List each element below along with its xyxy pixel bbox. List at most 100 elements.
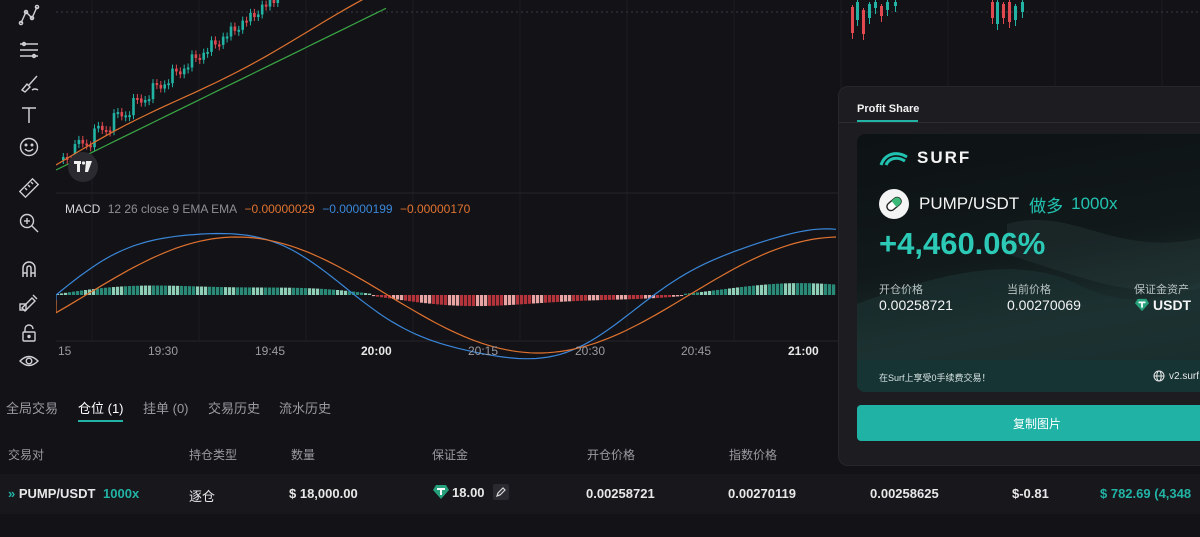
candle-body — [93, 128, 96, 148]
macd-histogram-bar — [820, 283, 824, 295]
macd-histogram-bar — [172, 285, 176, 295]
lock-icon[interactable] — [16, 320, 42, 346]
macd-histogram-bar — [592, 295, 596, 301]
position-type: 逐仓 — [189, 489, 216, 504]
card-pnl-percent: +4,460.06% — [879, 226, 1046, 261]
tab-ledger-history[interactable]: 流水历史 — [279, 398, 331, 417]
macd-histogram-bar — [264, 287, 268, 295]
macd-histogram-bar — [608, 295, 612, 300]
macd-histogram-bar — [324, 289, 328, 295]
macd-histogram-bar — [256, 287, 260, 295]
emoji-icon[interactable] — [16, 134, 42, 160]
macd-histogram-bar — [464, 295, 468, 306]
macd-histogram-bar — [376, 295, 380, 297]
macd-histogram-bar — [492, 295, 496, 306]
macd-histogram-bar — [604, 295, 608, 300]
divider — [839, 122, 1200, 123]
macd-histogram-bar — [188, 286, 192, 295]
ruler-icon[interactable] — [16, 175, 42, 201]
macd-histogram-bar — [568, 295, 572, 302]
time-tick: 19:45 — [255, 344, 286, 358]
position-tabs: 全局交易 仓位 (1) 挂单 (0) 交易历史 流水历史 — [0, 388, 838, 424]
macd-histogram-bar — [292, 287, 296, 295]
macd-histogram-bar — [668, 295, 672, 298]
macd-histogram-bar — [780, 283, 784, 295]
candle-body — [159, 84, 163, 89]
globe-icon — [1153, 370, 1165, 382]
macd-histogram-bar — [232, 287, 236, 295]
lock-draw-icon[interactable] — [16, 288, 42, 314]
macd-histogram-bar — [236, 287, 240, 295]
tab-positions[interactable]: 仓位 (1) — [78, 398, 124, 417]
candle-body — [856, 2, 859, 20]
macd-histogram-bar — [572, 295, 576, 302]
profit-share-tab[interactable]: Profit Share — [857, 103, 919, 115]
macd-histogram-bar — [564, 295, 568, 302]
tab-trade-history[interactable]: 交易历史 — [208, 398, 260, 417]
macd-histogram-bar — [724, 288, 728, 295]
macd-histogram-bar — [680, 295, 684, 297]
pair-name: PUMP/USDT — [18, 486, 96, 501]
magnet-icon[interactable] — [16, 256, 42, 282]
candle-body — [229, 26, 233, 37]
pnl-percent: (4,348 — [1154, 486, 1192, 501]
macd-histogram-bar — [640, 295, 644, 299]
macd-histogram-bar — [260, 287, 264, 295]
candle-body — [128, 115, 131, 118]
macd-histogram-bar — [448, 295, 452, 306]
macd-histogram-bar — [360, 292, 364, 295]
tab-open-orders[interactable]: 挂单 (0) — [143, 398, 189, 417]
macd-histogram-bar — [96, 288, 100, 295]
candle-body — [996, 2, 999, 24]
macd-histogram-bar — [476, 295, 480, 307]
ema-fast-line — [56, 0, 364, 166]
macd-histogram-bar — [420, 295, 424, 303]
macd-histogram-bar — [752, 285, 756, 295]
line-tools-icon[interactable] — [16, 2, 42, 28]
macd-histogram-bar — [248, 287, 252, 295]
candle-body — [237, 29, 241, 32]
macd-histogram-bar — [304, 288, 308, 295]
fib-tools-icon[interactable] — [16, 37, 42, 63]
candle-body — [268, 0, 272, 7]
macd-histogram-bar — [300, 287, 304, 295]
macd-histogram-bar — [320, 288, 324, 295]
edit-margin-icon[interactable] — [492, 484, 509, 500]
usdt-icon — [1135, 298, 1149, 312]
macd-legend: MACD 12 26 close 9 EMA EMA −0.00000029 −… — [65, 202, 474, 216]
macd-histogram-bar — [196, 286, 200, 295]
candle-body — [1008, 2, 1011, 22]
time-tick: 20:15 — [468, 344, 499, 358]
candle-body — [260, 4, 264, 15]
macd-histogram-bar — [104, 287, 108, 295]
macd-histogram-bar — [336, 289, 340, 295]
tab-global-trades[interactable]: 全局交易 — [6, 398, 58, 417]
macd-histogram-bar — [76, 291, 80, 295]
copy-image-button[interactable]: 复制图片 — [857, 405, 1200, 441]
macd-histogram-bar — [632, 295, 636, 300]
candle-body — [155, 83, 159, 86]
macd-histogram-bar — [108, 287, 112, 295]
macd-histogram-bar — [228, 287, 232, 295]
candle-body — [862, 10, 865, 34]
candle-body — [190, 54, 194, 68]
text-icon[interactable] — [16, 102, 42, 128]
ema-slow-line — [56, 7, 387, 171]
macd-histogram-bar — [672, 295, 676, 297]
table-row[interactable]: » PUMP/USDT 1000x 逐仓 $ 18,000.00 18.00 0… — [0, 474, 1200, 514]
time-axis: 15 19:30 19:45 20:00 20:15 20:30 20:45 2… — [56, 344, 856, 366]
macd-histogram-bar — [548, 295, 552, 303]
pair-cell[interactable]: » PUMP/USDT 1000x — [8, 486, 139, 501]
zoom-in-icon[interactable] — [16, 210, 42, 236]
macd-histogram-bar — [496, 295, 500, 306]
quantity: $ 18,000.00 — [289, 486, 358, 501]
tradingview-logo[interactable] — [68, 152, 98, 182]
macd-histogram-bar — [244, 287, 248, 295]
macd-histogram-bar — [436, 295, 440, 305]
candle-body — [276, 0, 280, 4]
eye-icon[interactable] — [16, 348, 42, 374]
open-price-label: 开仓价格 — [879, 284, 923, 296]
brush-icon[interactable] — [16, 70, 42, 96]
macd-histogram-bar — [416, 295, 420, 303]
share-card: SURF 20 PUMP/USDT 做多 1000x +4,460.06% 开仓… — [857, 134, 1200, 392]
